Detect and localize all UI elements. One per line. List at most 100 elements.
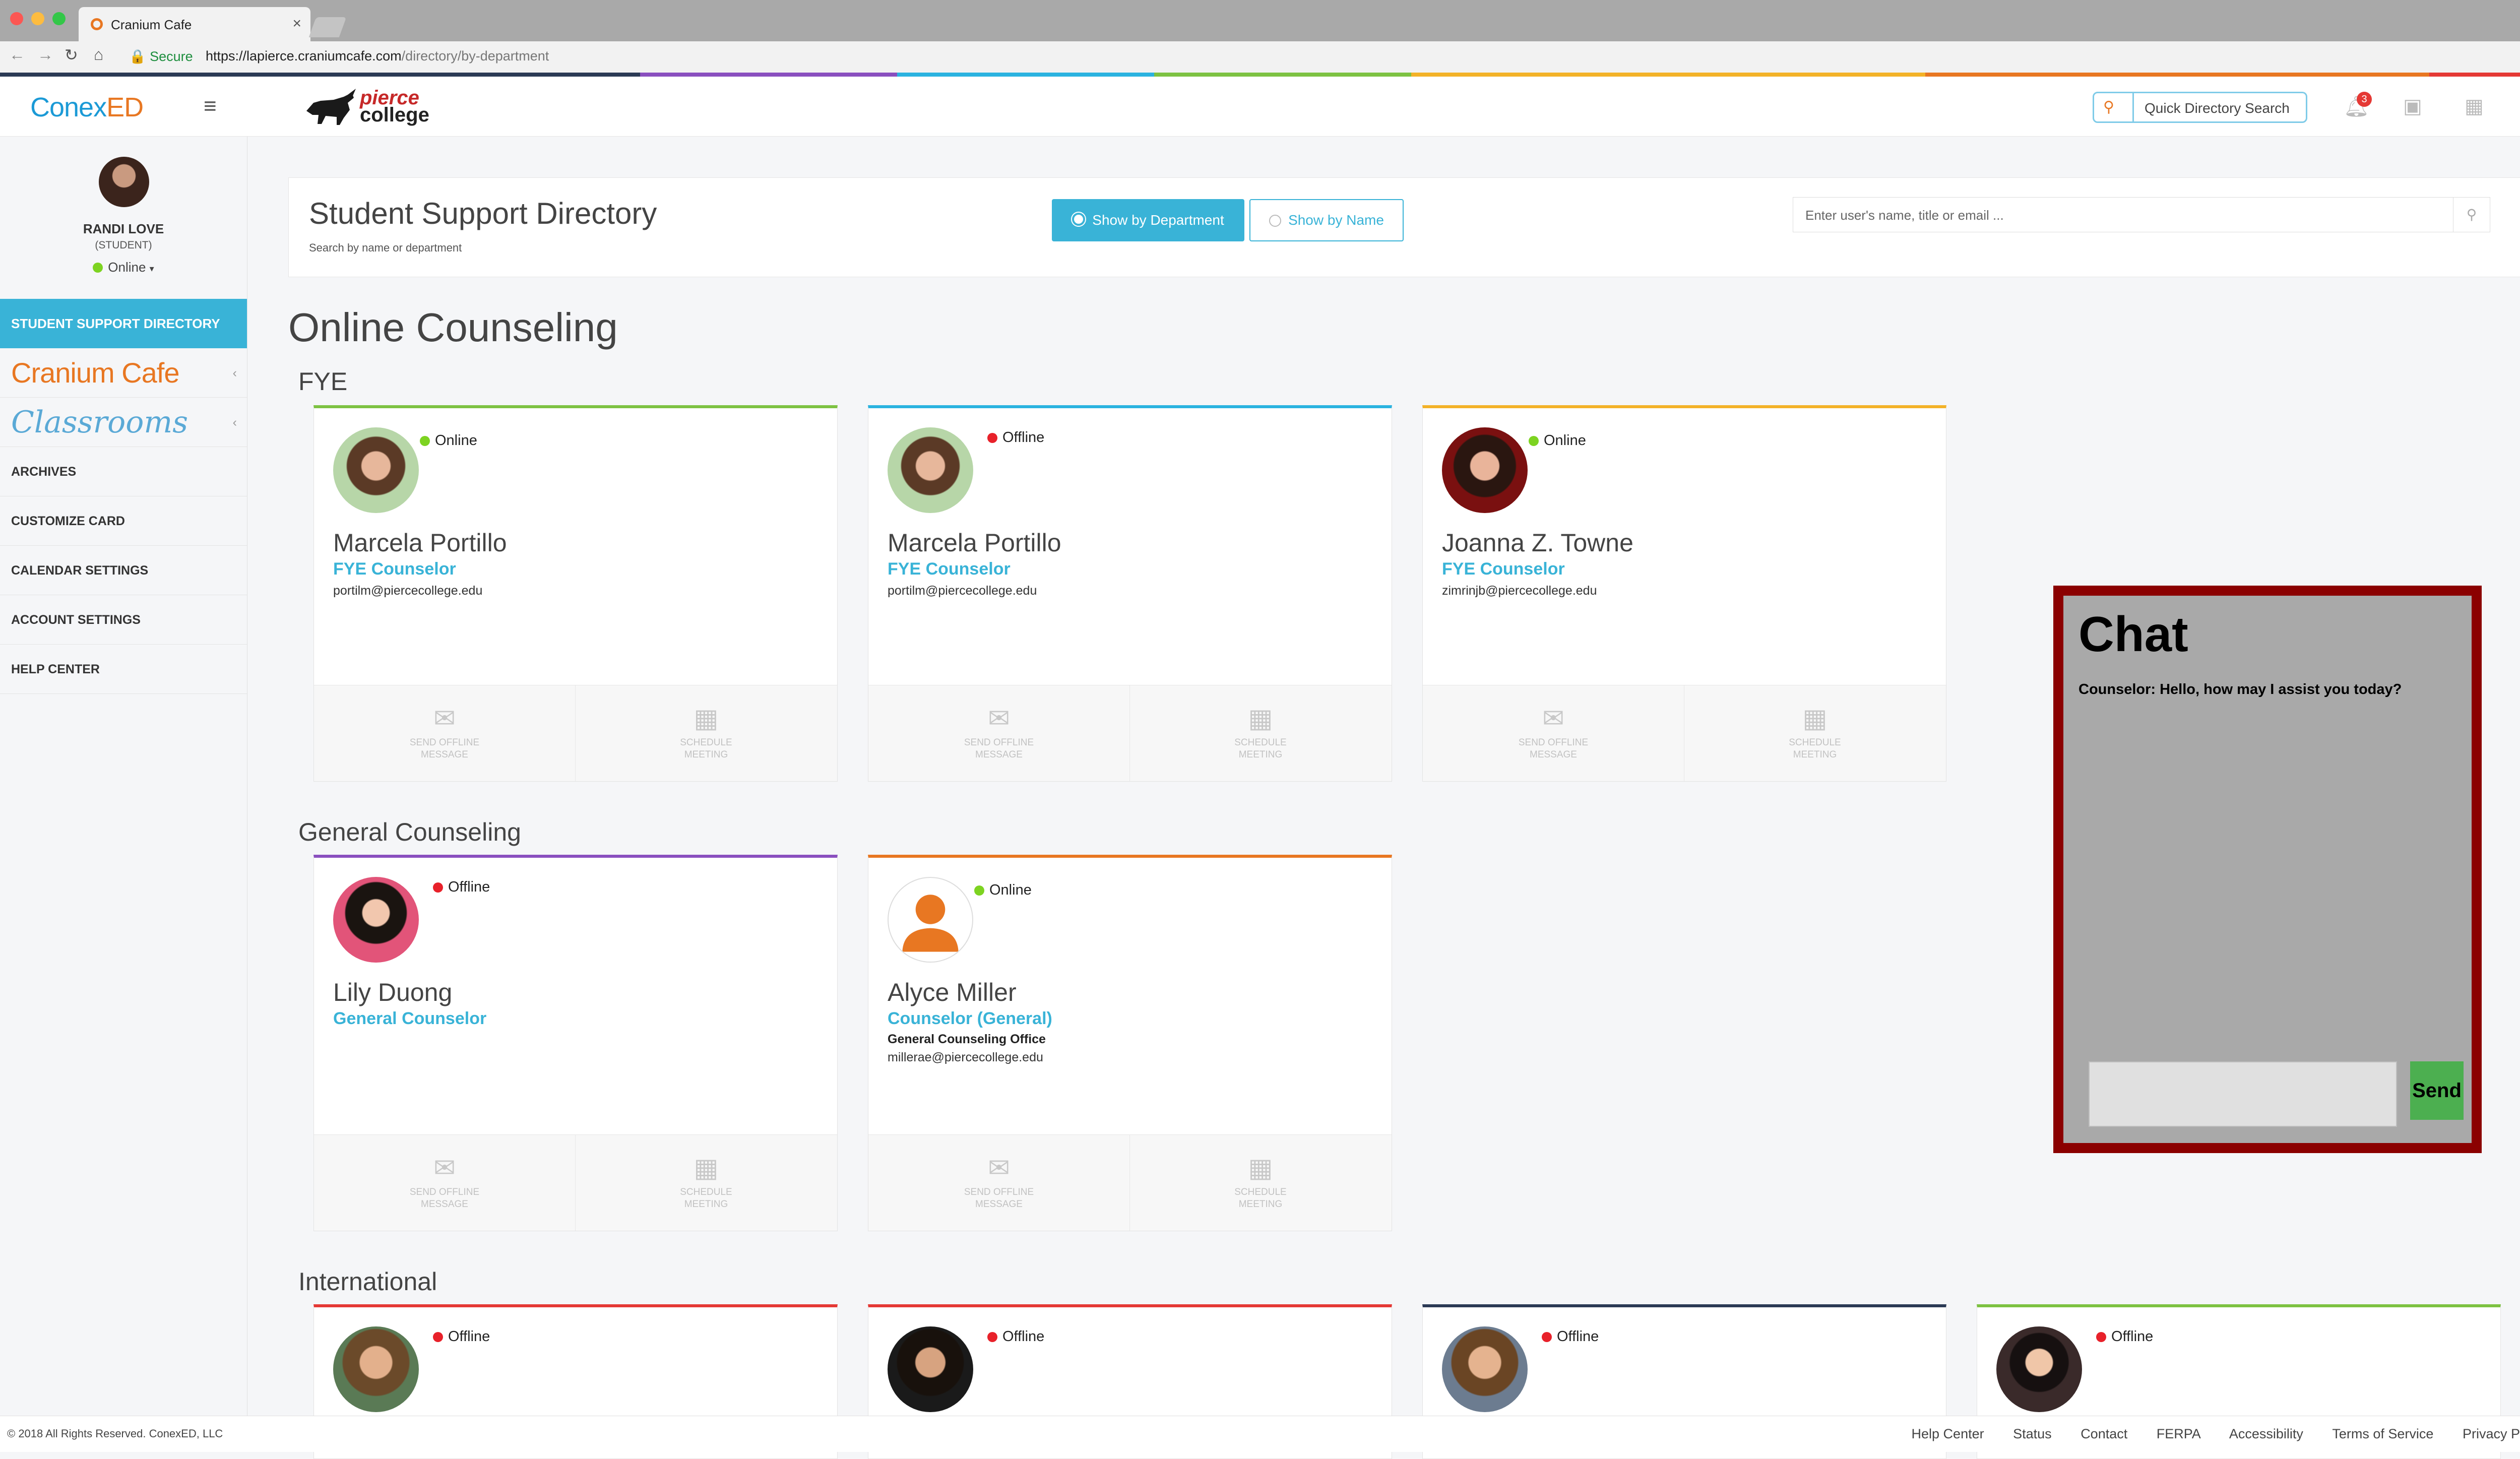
counselor-email[interactable]: portilm@piercecollege.edu (333, 584, 482, 598)
show-by-department-label: Show by Department (1092, 212, 1224, 228)
user-avatar[interactable] (99, 157, 149, 207)
directory-header-card: Student Support Directory Search by name… (288, 177, 2520, 277)
conexed-logo[interactable]: ConexED (30, 92, 144, 123)
envelope-icon: ✉ (1542, 704, 1564, 733)
chat-input[interactable] (2089, 1061, 2397, 1127)
secure-indicator[interactable]: 🔒 Secure (129, 48, 193, 65)
search-icon: ⚲ (2103, 99, 2114, 115)
notification-badge: 3 (2357, 92, 2372, 107)
send-offline-message-button[interactable]: ✉ SEND OFFLINE MESSAGE (868, 1135, 1130, 1231)
new-tab-button[interactable] (308, 17, 347, 37)
schedule-meeting-button[interactable]: ▦ SCHEDULE MEETING (576, 1135, 837, 1231)
online-dot-icon (1529, 436, 1539, 446)
footer-link-privacy[interactable]: Privacy Policy (2463, 1426, 2520, 1441)
pierce-college-logo[interactable]: pierce college (303, 86, 439, 126)
schedule-meeting-label: SCHEDULE MEETING (680, 1187, 732, 1210)
send-offline-message-button[interactable]: ✉ SEND OFFLINE MESSAGE (868, 685, 1130, 781)
counselor-name: Marcela Portillo (888, 529, 1061, 557)
schedule-meeting-button[interactable]: ▦ SCHEDULE MEETING (1130, 685, 1391, 781)
reload-icon[interactable]: ↻ (65, 45, 78, 65)
calendar-icon: ▦ (694, 1154, 719, 1183)
counselor-card[interactable]: Offline Marcela Portillo FYE Counselor p… (868, 405, 1392, 782)
sidebar-item-cranium-cafe[interactable]: Cranium Cafe ‹ (0, 348, 247, 398)
window-minimize-dot[interactable] (31, 12, 44, 25)
footer-link-terms[interactable]: Terms of Service (2332, 1426, 2433, 1441)
offline-dot-icon (987, 1332, 997, 1342)
footer-link-contact[interactable]: Contact (2081, 1426, 2127, 1441)
counselor-email[interactable]: portilm@piercecollege.edu (888, 584, 1037, 598)
home-icon[interactable]: ⌂ (94, 45, 103, 64)
search-icon[interactable]: ⚲ (2453, 198, 2490, 232)
status-label: Online (989, 882, 1032, 898)
online-dot-icon (974, 885, 984, 896)
group-title-general-counseling: General Counseling (298, 818, 521, 846)
url-field[interactable]: https://lapierce.craniumcafe.com/directo… (206, 48, 549, 64)
footer-link-ferpa[interactable]: FERPA (2157, 1426, 2200, 1441)
page-title: Student Support Directory (309, 197, 657, 230)
tab-title: Cranium Cafe (111, 17, 192, 32)
radio-unselected-icon (1269, 215, 1282, 227)
send-offline-message-button[interactable]: ✉ SEND OFFLINE MESSAGE (1423, 685, 1684, 781)
calendar-icon: ▦ (1802, 704, 1828, 733)
sidebar-item-classrooms[interactable]: Classrooms ‹ (0, 398, 247, 447)
tab-close-icon[interactable]: × (292, 15, 301, 32)
offline-dot-icon (2096, 1332, 2106, 1342)
classrooms-logo: Classrooms (11, 405, 188, 440)
briefcase-icon[interactable]: ▣ (2403, 95, 2422, 118)
counselor-email[interactable]: millerae@piercecollege.edu (888, 1050, 1043, 1065)
schedule-meeting-button[interactable]: ▦ SCHEDULE MEETING (1130, 1135, 1391, 1231)
counselor-email[interactable]: zimrinjb@piercecollege.edu (1442, 584, 1597, 598)
browser-tab-bar: Cranium Cafe × (0, 0, 2520, 41)
counselor-card[interactable]: Online Alyce Miller Counselor (General) … (868, 855, 1392, 1231)
counselor-role[interactable]: FYE Counselor (333, 559, 456, 579)
counselor-card[interactable]: Online Marcela Portillo FYE Counselor po… (313, 405, 838, 782)
window-close-dot[interactable] (10, 12, 23, 25)
offline-dot-icon (987, 433, 997, 443)
sidebar-item-customize-card[interactable]: CUSTOMIZE CARD (0, 496, 247, 546)
card-actions: ✉ SEND OFFLINE MESSAGE ▦ SCHEDULE MEETING (868, 1134, 1392, 1231)
user-name: RANDI LOVE (83, 221, 164, 236)
counselor-office: General Counseling Office (888, 1032, 1046, 1046)
person-silhouette-icon (902, 895, 959, 952)
window-maximize-dot[interactable] (52, 12, 66, 25)
counselor-photo (333, 877, 419, 963)
forward-icon[interactable]: → (37, 45, 53, 64)
back-icon[interactable]: ← (9, 45, 25, 64)
user-status-dropdown[interactable]: Online ▾ (0, 260, 247, 275)
browser-tab[interactable]: Cranium Cafe × (79, 7, 310, 41)
footer-link-accessibility[interactable]: Accessibility (2229, 1426, 2303, 1441)
counselor-card[interactable]: Offline Lily Duong General Counselor ✉ SE… (313, 855, 838, 1231)
caret-down-icon: ▾ (149, 264, 154, 274)
hamburger-menu-icon[interactable]: ≡ (204, 94, 217, 119)
counselor-card[interactable]: Online Joanna Z. Towne FYE Counselor zim… (1422, 405, 1946, 782)
counselor-role[interactable]: FYE Counselor (1442, 559, 1565, 579)
calendar-icon[interactable]: ▦ (2465, 95, 2484, 118)
schedule-meeting-button[interactable]: ▦ SCHEDULE MEETING (576, 685, 837, 781)
counselor-photo (888, 1326, 973, 1412)
envelope-icon: ✉ (433, 1154, 456, 1183)
send-offline-message-button[interactable]: ✉ SEND OFFLINE MESSAGE (314, 1135, 576, 1231)
schedule-meeting-button[interactable]: ▦ SCHEDULE MEETING (1684, 685, 1945, 781)
group-title-international: International (298, 1267, 437, 1296)
directory-search-input[interactable]: Enter user's name, title or email ... ⚲ (1793, 197, 2490, 232)
sidebar-item-student-support-directory[interactable]: STUDENT SUPPORT DIRECTORY (0, 299, 247, 348)
show-by-name-button[interactable]: Show by Name (1249, 199, 1404, 241)
counselor-role[interactable]: General Counselor (333, 1009, 486, 1029)
counselor-role[interactable]: Counselor (General) (888, 1009, 1052, 1029)
counselor-name: Marcela Portillo (333, 529, 507, 557)
footer-link-status[interactable]: Status (2013, 1426, 2052, 1441)
chat-send-button[interactable]: Send (2410, 1061, 2464, 1120)
show-by-department-button[interactable]: Show by Department (1052, 199, 1244, 241)
footer-link-help-center[interactable]: Help Center (1912, 1426, 1984, 1441)
sidebar-item-calendar-settings[interactable]: CALENDAR SETTINGS (0, 546, 247, 595)
send-offline-message-button[interactable]: ✉ SEND OFFLINE MESSAGE (314, 685, 576, 781)
calendar-icon: ▦ (1248, 1154, 1273, 1183)
sidebar-item-archives[interactable]: ARCHIVES (0, 447, 247, 496)
counselor-role[interactable]: FYE Counselor (888, 559, 1011, 579)
stripe-segment (1925, 73, 2429, 77)
quick-directory-search[interactable]: ⚲ Quick Directory Search (2093, 92, 2307, 123)
url-path: /directory/by-department (401, 48, 549, 64)
sidebar-item-help-center[interactable]: HELP CENTER (0, 645, 247, 694)
stripe-segment (1411, 73, 1925, 77)
sidebar-item-account-settings[interactable]: ACCOUNT SETTINGS (0, 595, 247, 645)
